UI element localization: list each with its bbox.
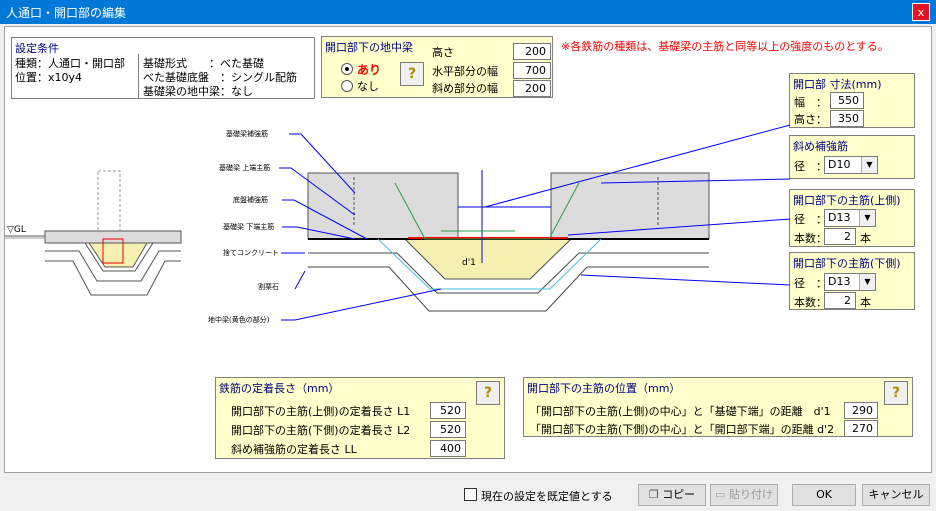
anchorage-l2-input[interactable]: 520 (430, 421, 466, 438)
upper-bar-title: 開口部下の主筋(上側) (793, 194, 901, 207)
default-setting-checkbox[interactable] (464, 488, 477, 501)
anchorage-ll-label: 斜め補強筋の定着長さ LL (231, 443, 357, 456)
opening-width-input[interactable]: 550 (830, 92, 864, 109)
bar-position-panel: 開口部下の主筋の位置（mm） ? 「開口部下の主筋(上側)の中心」と「基礎下端」… (523, 377, 913, 437)
bar-position-d1-input[interactable]: 290 (844, 402, 878, 419)
rebar-strength-note: ※各鉄筋の種類は、基礎梁の主筋と同等以上の強度のものとする。 (561, 40, 889, 53)
opening-height-label: 高さ： (794, 113, 827, 126)
ground-beam-height-label: 高さ (432, 46, 454, 59)
close-button[interactable]: x (912, 3, 930, 21)
opening-height-input[interactable]: 350 (830, 110, 864, 127)
chevron-down-icon[interactable]: ▼ (859, 274, 875, 290)
diagram-labels: 基礎梁補強筋 基礎梁 上端主筋 底盤補強筋 基礎梁 下端主筋 捨てコンクリート … (208, 129, 279, 324)
small-section (44, 170, 182, 296)
condition-beam: 基礎梁の地中梁：なし (143, 85, 253, 98)
copy-label: コピー (662, 488, 696, 501)
lower-dia-label: 径 ： (794, 277, 827, 290)
label-beam-top-bar: 基礎梁 上端主筋 (219, 163, 270, 172)
upper-count-unit: 本 (860, 232, 871, 245)
ground-beam-panel: 開口部下の地中梁 あり なし ? 高さ 200 水平部分の幅 700 斜め部分の… (321, 36, 553, 98)
lower-dia-value: D13 (828, 275, 851, 288)
ground-beam-slope-input[interactable]: 200 (513, 80, 551, 97)
anchorage-help-button[interactable]: ? (476, 381, 500, 405)
diagram-d1-label: d'1 (462, 258, 476, 268)
conditions-divider (138, 54, 139, 98)
lower-dia-select[interactable]: D13 ▼ (824, 273, 876, 291)
diagonal-bar-title: 斜め補強筋 (793, 140, 848, 153)
ground-beam-no-radio[interactable] (341, 80, 353, 92)
upper-dia-select[interactable]: D13 ▼ (824, 209, 876, 227)
ground-beam-horizontal-label: 水平部分の幅 (432, 65, 498, 78)
upper-bar-panel: 開口部下の主筋(上側) 径 ： D13 ▼ 本数： 2 本 (789, 189, 915, 247)
chevron-down-icon[interactable]: ▼ (861, 157, 877, 173)
bar-position-title: 開口部下の主筋の位置（mm） (527, 382, 681, 395)
bar-position-d2-label: 「開口部下の主筋(下側)の中心」と「開口部下端」の距離 d'2 (530, 423, 835, 436)
chevron-down-icon[interactable]: ▼ (859, 210, 875, 226)
ground-beam-yes-label[interactable]: あり (357, 61, 381, 78)
copy-icon: ❐ (648, 488, 659, 501)
main-section: d'1 (307, 170, 710, 312)
opening-width-label: 幅 ： (794, 96, 827, 109)
ground-beam-yes-radio[interactable] (341, 63, 353, 75)
lower-count-unit: 本 (860, 296, 871, 309)
default-setting-label[interactable]: 現在の設定を既定値とする (481, 488, 613, 504)
gl-marker: ▽GL (7, 225, 26, 235)
upper-dia-label: 径 ： (794, 213, 827, 226)
lower-count-input[interactable]: 2 (824, 292, 856, 309)
condition-position: 位置：x10y4 (15, 71, 83, 84)
lower-bar-panel: 開口部下の主筋(下側) 径 ： D13 ▼ 本数： 2 本 (789, 252, 915, 310)
lower-bar-title: 開口部下の主筋(下側) (793, 257, 901, 270)
upper-count-input[interactable]: 2 (824, 228, 856, 245)
conditions-panel: 設定条件 種類：人通口・開口部 位置：x10y4 基礎形式 ：べた基礎 べた基礎… (11, 37, 315, 99)
cancel-button[interactable]: キャンセル (862, 484, 930, 506)
dialog-content: 設定条件 種類：人通口・開口部 位置：x10y4 基礎形式 ：べた基礎 べた基礎… (4, 26, 932, 473)
bar-position-d2-input[interactable]: 270 (844, 420, 878, 437)
label-beam-bottom-bar: 基礎梁 下端主筋 (223, 222, 274, 231)
lower-count-label: 本数： (794, 296, 827, 309)
ground-beam-slope-label: 斜め部分の幅 (432, 82, 498, 95)
bar-position-help-button[interactable]: ? (884, 381, 908, 405)
ground-beam-height-input[interactable]: 200 (513, 43, 551, 60)
ground-beam-no-label[interactable]: なし (357, 78, 379, 94)
diagonal-bar-panel: 斜め補強筋 径 ： D10 ▼ (789, 135, 915, 179)
paste-icon: ▭ (715, 488, 726, 501)
copy-button[interactable]: ❐ コピー (638, 484, 706, 506)
paste-label: 貼り付け (728, 488, 773, 501)
anchorage-panel: 鉄筋の定着長さ（mm） ? 開口部下の主筋(上側)の定着長さ L1 520 開口… (215, 377, 505, 459)
label-beam-reinforcement: 基礎梁補強筋 (226, 129, 268, 138)
bar-position-d1-label: 「開口部下の主筋(上側)の中心」と「基礎下端」の距離 d'1 (530, 405, 831, 418)
title-bar: 人通口・開口部の編集 x (0, 0, 936, 24)
ground-beam-horizontal-input[interactable]: 700 (513, 62, 551, 79)
leader-lines (279, 124, 791, 321)
paste-button[interactable]: ▭ 貼り付け (710, 484, 778, 506)
anchorage-l1-input[interactable]: 520 (430, 402, 466, 419)
opening-size-title: 開口部 寸法(mm) (793, 78, 882, 91)
anchorage-ll-input[interactable]: 400 (430, 440, 466, 457)
anchorage-l1-label: 開口部下の主筋(上側)の定着長さ L1 (231, 405, 411, 418)
anchorage-title: 鉄筋の定着長さ（mm） (219, 382, 340, 395)
label-slab-reinforcement: 底盤補強筋 (233, 195, 268, 204)
upper-dia-value: D13 (828, 211, 851, 224)
ok-button[interactable]: OK (792, 484, 856, 506)
anchorage-l2-label: 開口部下の主筋(下側)の定着長さ L2 (231, 424, 411, 437)
label-blinding-concrete: 捨てコンクリート (223, 248, 279, 257)
ground-beam-help-button[interactable]: ? (400, 62, 424, 86)
diagonal-dia-value: D10 (828, 158, 851, 171)
diagonal-dia-select[interactable]: D10 ▼ (824, 156, 878, 174)
label-crushed-stone: 割栗石 (258, 282, 279, 291)
upper-count-label: 本数： (794, 232, 827, 245)
ground-beam-title: 開口部下の地中梁 (325, 41, 413, 54)
window-title: 人通口・開口部の編集 (6, 6, 127, 20)
diagonal-dia-label: 径 ： (794, 160, 827, 173)
conditions-title: 設定条件 (15, 42, 59, 55)
opening-size-panel: 開口部 寸法(mm) 幅 ： 550 高さ： 350 (789, 73, 915, 128)
label-ground-beam: 地中梁(黄色の部分) (208, 315, 270, 324)
